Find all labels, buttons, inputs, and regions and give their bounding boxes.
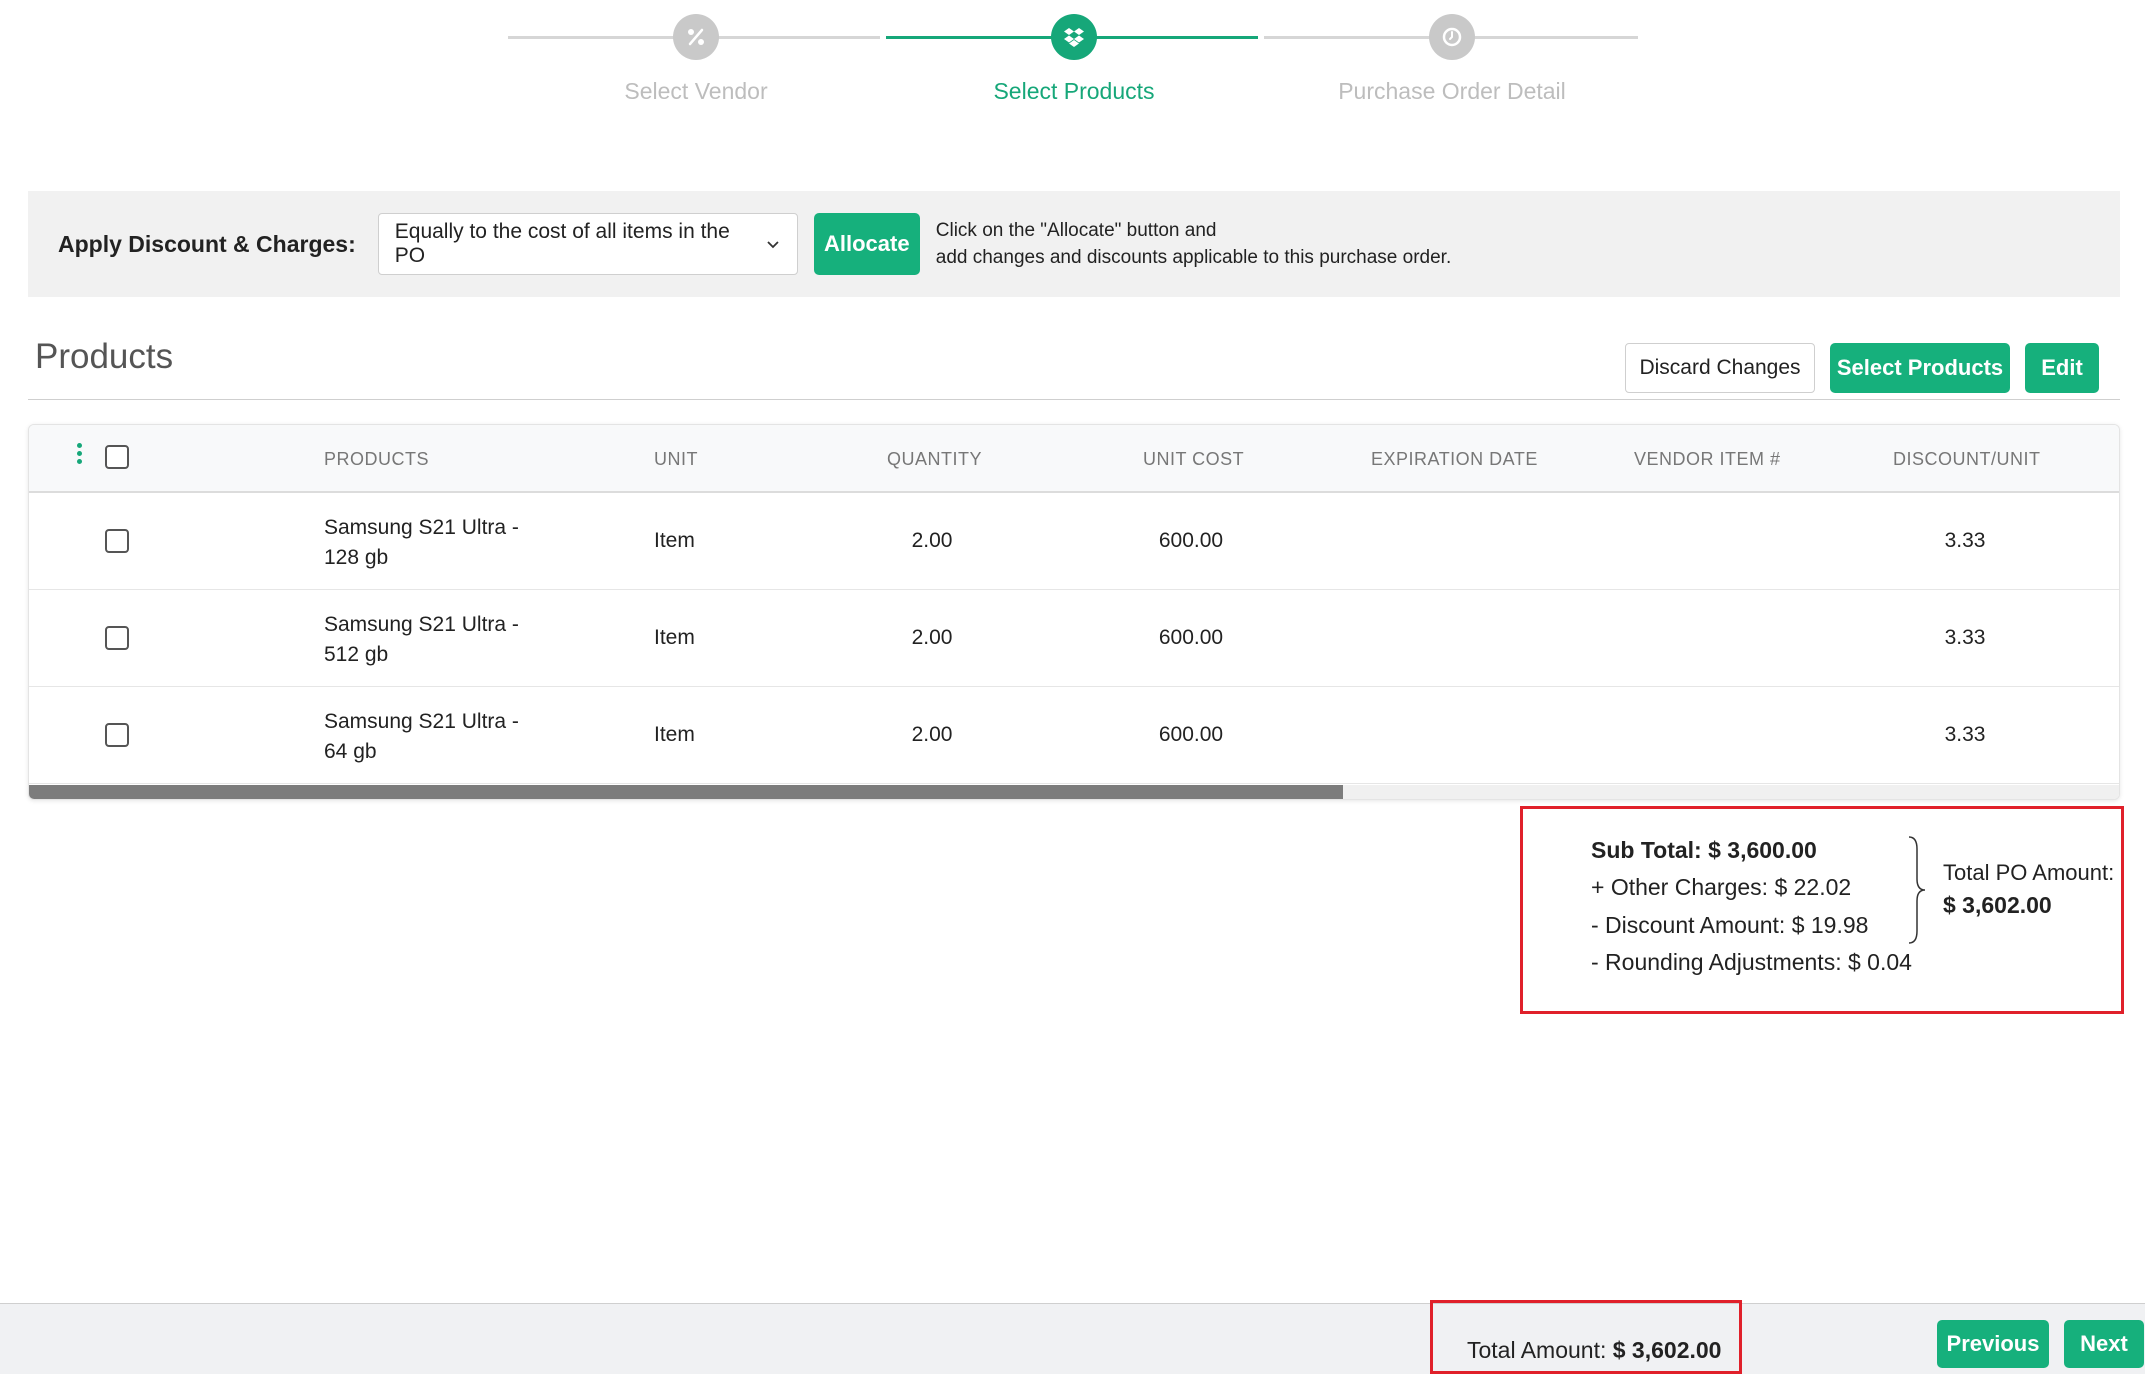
discard-changes-button[interactable]: Discard Changes [1625, 343, 1815, 393]
step-label: Purchase Order Detail [1338, 78, 1566, 104]
table-row[interactable]: Samsung S21 Ultra - 512 gb Item 2.00 600… [29, 590, 2119, 687]
total-po: Total PO Amount: $ 3,602.00 [1943, 857, 2114, 921]
discount-unit-cell: 3.33 [1944, 723, 1986, 746]
row-checkbox[interactable] [105, 626, 129, 650]
total-amount-label: Total Amount: [1467, 1337, 1607, 1363]
column-header-unit[interactable]: UNIT [654, 449, 698, 470]
allocate-hint-line: add changes and discounts applicable to … [935, 247, 1452, 268]
allocation-method-select[interactable]: Equally to the cost of all items in the … [377, 213, 798, 275]
row-checkbox[interactable] [105, 723, 129, 747]
total-amount-text: Total Amount: $ 3,602.00 [1467, 1337, 1721, 1364]
allocate-button[interactable]: Allocate [813, 213, 920, 275]
products-title: Products [35, 337, 174, 376]
product-name-line: Samsung S21 Ultra - [324, 613, 519, 636]
allocation-method-value: Equally to the cost of all items in the … [394, 220, 730, 267]
discount-charges-bar: Apply Discount & Charges: Equally to the… [28, 191, 2120, 297]
table-row[interactable]: Samsung S21 Ultra - 64 gb Item 2.00 600.… [29, 687, 2119, 784]
total-amount-value: $ 3,602.00 [1612, 1337, 1722, 1363]
quantity-cell: 2.00 [911, 529, 953, 552]
products-table: PRODUCTS UNIT QUANTITY UNIT COST EXPIRAT… [28, 424, 2120, 800]
step-select-vendor[interactable] [673, 14, 719, 60]
discount-unit-cell: 3.33 [1944, 529, 1986, 552]
step-select-products[interactable] [1051, 14, 1097, 60]
progress-stepper: Select Vendor Select Products Purchase O… [0, 0, 2145, 120]
edit-button[interactable]: Edit [2025, 343, 2099, 393]
select-all-checkbox[interactable] [105, 445, 129, 469]
unit-cost-cell: 600.00 [1158, 626, 1224, 649]
quantity-cell: 2.00 [911, 723, 953, 746]
column-header-vendor-item[interactable]: VENDOR ITEM # [1634, 449, 1781, 470]
select-products-button[interactable]: Select Products [1830, 343, 2010, 393]
column-options-icon[interactable] [77, 443, 83, 465]
discount-unit-cell: 3.33 [1944, 626, 1986, 649]
unit-cell: Item [654, 529, 695, 552]
product-name-line: 128 gb [324, 546, 389, 569]
divider [28, 399, 2120, 400]
product-name: Samsung S21 Ultra - 64 gb [324, 707, 519, 767]
total-po-value: $ 3,602.00 [1943, 892, 2052, 918]
column-header-quantity[interactable]: QUANTITY [887, 449, 982, 470]
step-label: Select Vendor [624, 78, 768, 104]
product-name-line: Samsung S21 Ultra - [324, 710, 519, 733]
allocate-hint: Click on the "Allocate" button and add c… [936, 217, 1451, 271]
dropbox-icon [1064, 28, 1084, 47]
product-name-line: 64 gb [324, 740, 377, 763]
chevron-down-icon [767, 241, 779, 249]
footer-bar [0, 1303, 2145, 1374]
product-name: Samsung S21 Ultra - 128 gb [324, 513, 519, 573]
clock-icon [1442, 27, 1462, 47]
table-row[interactable]: Samsung S21 Ultra - 128 gb Item 2.00 600… [29, 493, 2119, 590]
step-label-active: Select Products [993, 78, 1155, 104]
quantity-cell: 2.00 [911, 626, 953, 649]
percent-icon [688, 28, 704, 46]
unit-cost-cell: 600.00 [1158, 723, 1224, 746]
discount-amount: - Discount Amount: $ 19.98 [1591, 912, 1869, 938]
next-button[interactable]: Next [2064, 1320, 2144, 1368]
order-summary: Sub Total: $ 3,600.00 + Other Charges: $… [1520, 806, 2124, 1014]
table-header: PRODUCTS UNIT QUANTITY UNIT COST EXPIRAT… [29, 425, 2119, 493]
total-po-label: Total PO Amount: [1943, 860, 2115, 885]
product-name: Samsung S21 Ultra - 512 gb [324, 610, 519, 670]
unit-cost-cell: 600.00 [1158, 529, 1224, 552]
column-header-discount-unit[interactable]: DISCOUNT/UNIT [1893, 449, 2041, 470]
other-charges: + Other Charges: $ 22.02 [1591, 874, 1852, 900]
column-header-unit-cost[interactable]: UNIT COST [1143, 449, 1244, 470]
product-name-line: Samsung S21 Ultra - [324, 516, 519, 539]
horizontal-scrollbar-thumb[interactable] [29, 785, 1343, 799]
product-name-line: 512 gb [324, 643, 389, 666]
unit-cell: Item [654, 626, 695, 649]
column-header-expiration-date[interactable]: EXPIRATION DATE [1371, 449, 1538, 470]
previous-button[interactable]: Previous [1937, 1320, 2049, 1368]
right-brace-icon [1908, 836, 1926, 944]
discount-label: Apply Discount & Charges: [58, 230, 356, 257]
column-header-products[interactable]: PRODUCTS [324, 449, 429, 470]
rounding-adjustments: - Rounding Adjustments: $ 0.04 [1591, 949, 1912, 975]
step-purchase-order-detail[interactable] [1429, 14, 1475, 60]
total-amount: Total Amount: $ 3,602.00 [1430, 1300, 1742, 1374]
unit-cell: Item [654, 723, 695, 746]
sub-total: Sub Total: $ 3,600.00 [1591, 837, 1817, 863]
row-checkbox[interactable] [105, 529, 129, 553]
allocate-hint-line: Click on the "Allocate" button and [935, 220, 1217, 241]
